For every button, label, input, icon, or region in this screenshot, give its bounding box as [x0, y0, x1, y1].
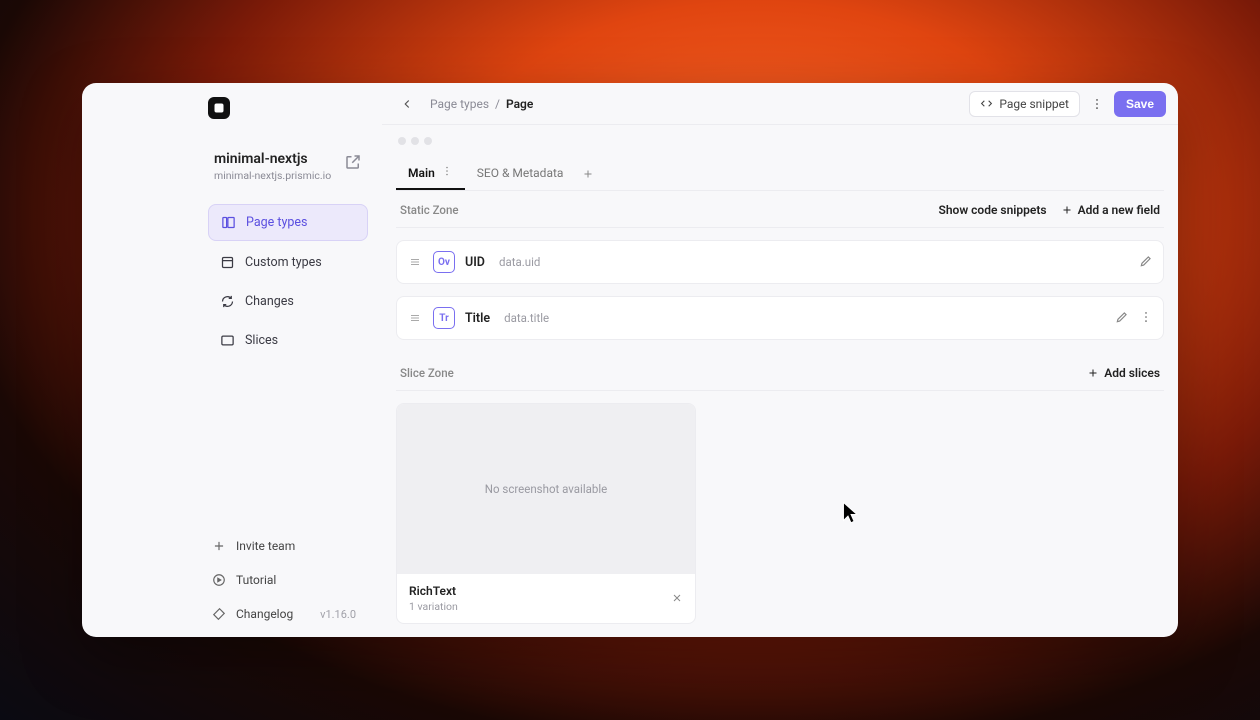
- page-snippet-label: Page snippet: [999, 97, 1069, 111]
- sidebar-item-page-types[interactable]: Page types: [208, 204, 368, 241]
- tab-label: Main: [408, 166, 435, 180]
- back-button[interactable]: [394, 91, 420, 117]
- field-name: Title: [465, 311, 490, 326]
- breadcrumb-parent[interactable]: Page types: [430, 97, 489, 111]
- sidebar-item-label: Page types: [246, 215, 307, 230]
- brand-logo[interactable]: [208, 97, 230, 119]
- window-traffic-lights: [398, 137, 1164, 145]
- slice-card-richtext[interactable]: No screenshot available RichText 1 varia…: [396, 403, 696, 624]
- changelog-label: Changelog: [236, 607, 293, 621]
- slice-variation-count: 1 variation: [409, 600, 458, 613]
- tabs: Main SEO & Metadata: [396, 157, 1164, 191]
- topbar-right: Page snippet Save: [969, 91, 1166, 117]
- add-new-field-label: Add a new field: [1078, 203, 1160, 217]
- slice-zone-header: Slice Zone Add slices: [396, 356, 1164, 391]
- static-zone-title: Static Zone: [400, 203, 459, 217]
- sidebar-item-custom-types[interactable]: Custom types: [208, 245, 368, 280]
- tutorial[interactable]: Tutorial: [208, 567, 368, 593]
- field-row-title: Tr Title data.title: [396, 296, 1164, 340]
- sidebar-nav: Page types Custom types Changes Slices: [96, 204, 368, 358]
- edit-field-icon[interactable]: [1115, 309, 1129, 328]
- slice-name: RichText: [409, 584, 458, 598]
- invite-team[interactable]: Invite team: [208, 533, 368, 559]
- static-zone-header: Static Zone Show code snippets Add a new…: [396, 193, 1164, 228]
- field-name: UID: [465, 255, 485, 270]
- changelog[interactable]: Changelog v1.16.0: [208, 601, 368, 627]
- breadcrumb-current: Page: [506, 97, 533, 111]
- title-field-icon: Tr: [433, 307, 455, 329]
- slice-meta: RichText 1 variation: [397, 574, 695, 623]
- tab-menu-icon[interactable]: [441, 165, 453, 180]
- sidebar-footer: Invite team Tutorial Changelog v1.16.0: [96, 533, 368, 627]
- slice-preview-empty: No screenshot available: [397, 404, 695, 574]
- save-button[interactable]: Save: [1114, 91, 1166, 117]
- project-url: minimal-nextjs.prismic.io: [214, 169, 364, 182]
- sidebar-item-label: Custom types: [245, 255, 322, 270]
- add-new-field[interactable]: Add a new field: [1061, 203, 1160, 217]
- sidebar: minimal-nextjs minimal-nextjs.prismic.io…: [82, 83, 382, 637]
- remove-slice-icon[interactable]: [671, 589, 683, 608]
- add-tab-button[interactable]: [575, 161, 601, 187]
- project-name: minimal-nextjs: [214, 151, 364, 167]
- edit-field-icon[interactable]: [1139, 253, 1153, 272]
- page-snippet-button[interactable]: Page snippet: [969, 91, 1080, 117]
- uid-field-icon: Ov: [433, 251, 455, 273]
- sidebar-item-changes[interactable]: Changes: [208, 284, 368, 319]
- brand-row: [96, 97, 368, 119]
- main-panel: Page types / Page Page snippet Save: [382, 83, 1178, 637]
- breadcrumb-sep: /: [495, 97, 500, 111]
- add-slices-label: Add slices: [1104, 366, 1160, 380]
- invite-team-label: Invite team: [236, 539, 295, 553]
- drag-handle-icon[interactable]: [407, 312, 423, 324]
- app-window: minimal-nextjs minimal-nextjs.prismic.io…: [82, 83, 1178, 637]
- add-slices[interactable]: Add slices: [1087, 366, 1160, 380]
- content-area: Main SEO & Metadata Static Zone Show cod…: [382, 125, 1178, 637]
- version-label: v1.16.0: [320, 608, 356, 621]
- field-api: data.uid: [499, 255, 540, 269]
- field-more-icon[interactable]: [1139, 309, 1153, 328]
- field-api: data.title: [504, 311, 549, 325]
- drag-handle-icon[interactable]: [407, 256, 423, 268]
- topbar-more-button[interactable]: [1086, 91, 1108, 117]
- breadcrumb: Page types / Page: [430, 97, 533, 111]
- project-block: minimal-nextjs minimal-nextjs.prismic.io: [96, 151, 368, 182]
- external-link-icon[interactable]: [344, 153, 362, 171]
- tab-seo-metadata[interactable]: SEO & Metadata: [465, 158, 576, 190]
- tab-main[interactable]: Main: [396, 157, 465, 190]
- slice-zone-title: Slice Zone: [400, 366, 454, 380]
- topbar: Page types / Page Page snippet Save: [382, 83, 1178, 125]
- field-row-uid: Ov UID data.uid: [396, 240, 1164, 284]
- tutorial-label: Tutorial: [236, 573, 276, 587]
- tab-label: SEO & Metadata: [477, 166, 564, 180]
- sidebar-item-slices[interactable]: Slices: [208, 323, 368, 358]
- show-code-snippets[interactable]: Show code snippets: [939, 203, 1047, 217]
- sidebar-item-label: Slices: [245, 333, 278, 348]
- sidebar-item-label: Changes: [245, 294, 294, 309]
